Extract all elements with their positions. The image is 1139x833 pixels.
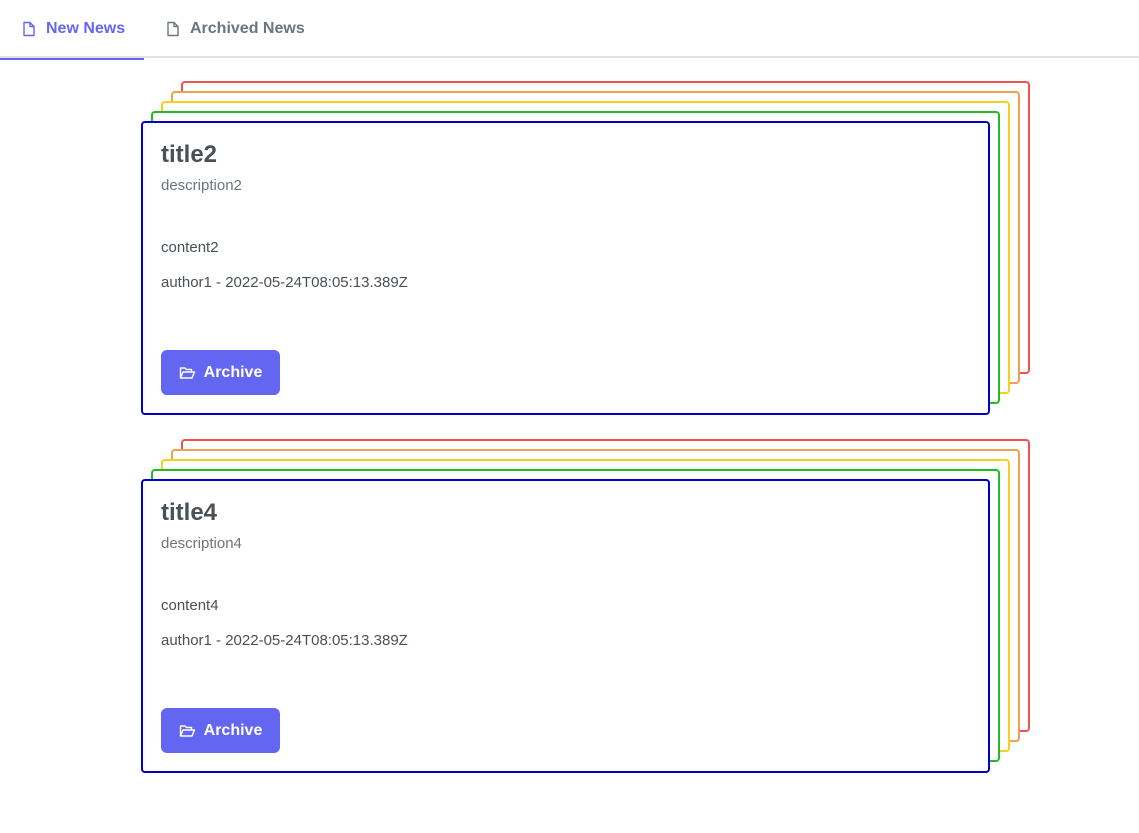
tab-archived-news[interactable]: Archived News: [144, 0, 305, 58]
news-card: title4 description4 content4 author1 - 2…: [141, 479, 990, 773]
news-content: content2: [161, 239, 219, 256]
news-title: title2: [161, 141, 218, 168]
file-icon: [22, 21, 36, 37]
news-card-stack: title4 description4 content4 author1 - 2…: [141, 439, 1031, 773]
archive-button-label: Archive: [203, 363, 263, 381]
file-icon: [166, 21, 180, 37]
news-card-stack: title2 description2 content2 author1 - 2…: [141, 81, 1031, 415]
folder-open-icon: [179, 724, 196, 738]
news-description: description2: [161, 177, 242, 194]
tab-bar: New News Archived News: [0, 0, 1139, 60]
news-author-date: author1 - 2022-05-24T08:05:13.389Z: [161, 274, 408, 291]
archive-button[interactable]: Archive: [161, 350, 280, 395]
news-author-date: author1 - 2022-05-24T08:05:13.389Z: [161, 632, 408, 649]
archive-button[interactable]: Archive: [161, 708, 280, 753]
archive-button-label: Archive: [203, 721, 263, 739]
folder-open-icon: [179, 366, 196, 380]
tab-label: New News: [46, 20, 126, 37]
news-card: title2 description2 content2 author1 - 2…: [141, 121, 990, 415]
tab-new-news[interactable]: New News: [0, 0, 144, 60]
news-title: title4: [161, 499, 218, 526]
tab-label: Archived News: [190, 20, 305, 37]
news-description: description4: [161, 535, 242, 552]
news-content: content4: [161, 597, 219, 614]
